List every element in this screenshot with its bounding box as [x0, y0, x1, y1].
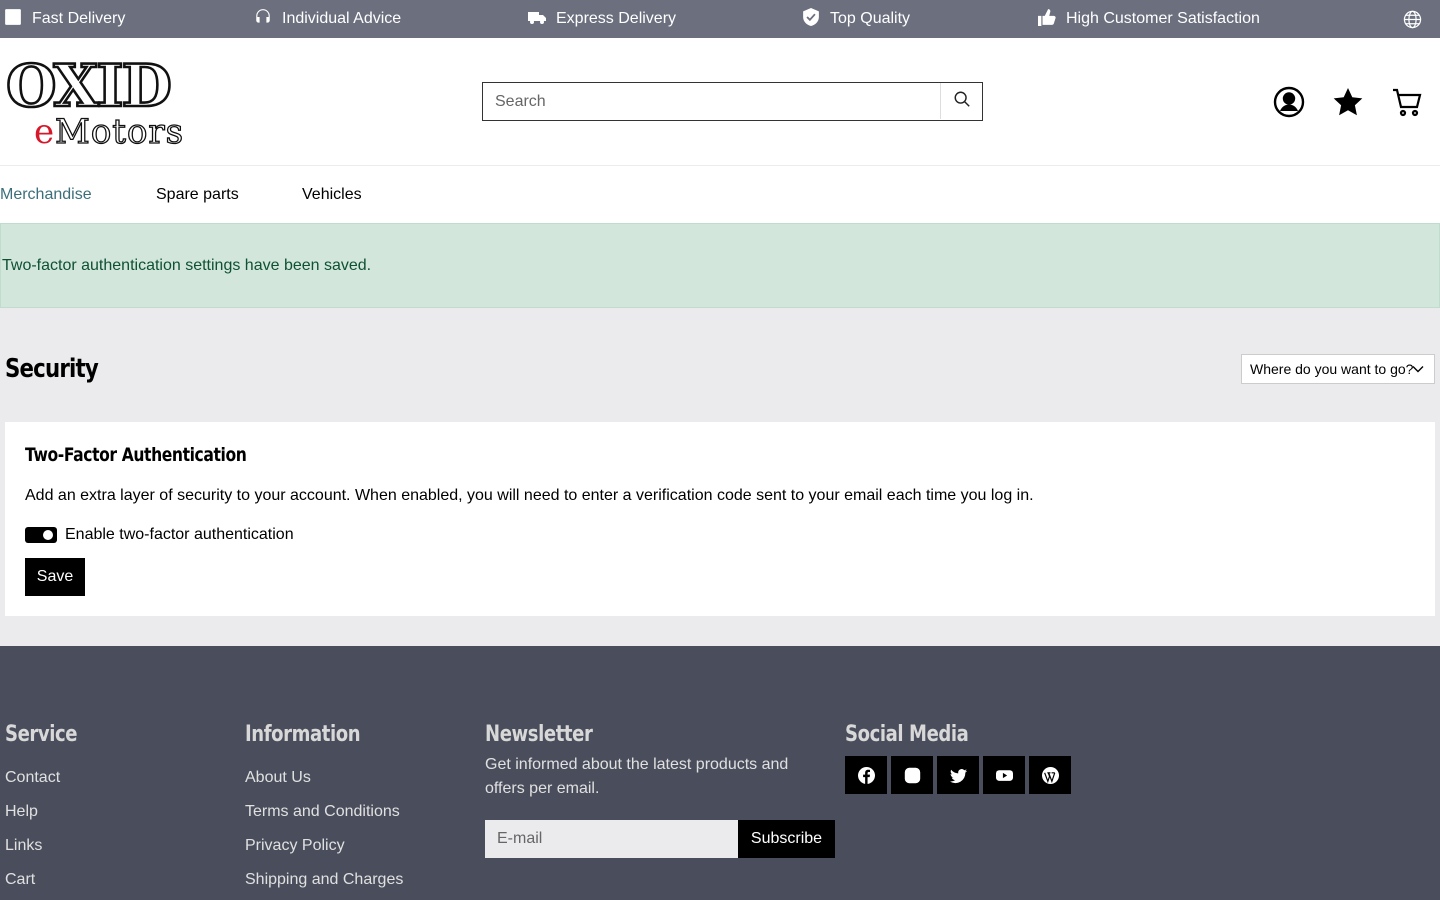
footer-link-shipping[interactable]: Shipping and Charges — [245, 863, 403, 897]
search-form — [482, 82, 983, 121]
select-value: Where do you want to go? — [1250, 361, 1414, 377]
footer-information: Information About Us Terms and Condition… — [245, 722, 403, 897]
usp-label: Top Quality — [830, 10, 911, 27]
youtube-icon[interactable] — [983, 756, 1025, 794]
main-content: Security Where do you want to go? Two-Fa… — [0, 308, 1440, 646]
footer-link-help[interactable]: Help — [5, 795, 93, 829]
card-heading: Two-Factor Authentication — [25, 444, 247, 466]
save-button[interactable]: Save — [25, 558, 85, 596]
truck-icon — [528, 8, 546, 31]
thumbs-up-icon — [1038, 8, 1056, 31]
newsletter-email-input[interactable] — [485, 820, 738, 858]
footer-link-links[interactable]: Links — [5, 829, 93, 863]
logo-text-motors: Motors — [55, 112, 184, 148]
footer-heading-social: Social Media — [845, 722, 969, 747]
usp-label: Individual Advice — [282, 10, 402, 27]
newsletter-text: Get informed about the latest products a… — [485, 756, 789, 797]
site-header: OXID e Motors — [0, 38, 1440, 166]
search-input[interactable] — [483, 84, 938, 119]
nav-item-spare-parts[interactable]: Spare parts — [156, 166, 239, 223]
site-footer: Service Contact Help Links Cart Informat… — [0, 646, 1440, 900]
alert-message: Two-factor authentication settings have … — [2, 256, 372, 274]
headset-icon — [254, 8, 272, 31]
usp-top-quality: Top Quality — [802, 0, 910, 38]
footer-link-about[interactable]: About Us — [245, 761, 403, 795]
shield-check-icon — [802, 7, 820, 31]
globe-icon[interactable] — [1403, 10, 1422, 29]
nav-item-vehicles[interactable]: Vehicles — [302, 166, 362, 223]
chevron-down-icon — [1412, 362, 1424, 374]
box-icon — [4, 8, 22, 31]
cart-icon[interactable] — [1390, 85, 1424, 119]
two-factor-toggle-row: Enable two-factor authentication — [25, 526, 294, 544]
footer-heading-information: Information — [245, 722, 361, 747]
usp-label: Express Delivery — [556, 10, 677, 27]
usp-fast-delivery: Fast Delivery — [4, 0, 125, 38]
search-icon — [953, 90, 971, 113]
footer-heading-newsletter: Newsletter — [485, 722, 593, 747]
wordpress-icon[interactable] — [1029, 756, 1071, 794]
wishlist-star-icon[interactable] — [1331, 85, 1365, 119]
page-title: Security — [5, 354, 99, 384]
logo-text-e: e — [34, 112, 54, 148]
usp-bar: Fast Delivery Individual Advice Express … — [0, 0, 1440, 38]
success-alert: Two-factor authentication settings have … — [0, 223, 1440, 308]
toggle-label[interactable]: Enable two-factor authentication — [65, 526, 294, 544]
footer-newsletter: Newsletter Get informed about the latest… — [485, 722, 825, 801]
footer-link-privacy[interactable]: Privacy Policy — [245, 829, 403, 863]
usp-express-delivery: Express Delivery — [528, 0, 676, 38]
search-button[interactable] — [940, 83, 982, 119]
main-navigation: Merchandise Spare parts Vehicles — [0, 166, 1440, 229]
two-factor-toggle[interactable] — [25, 527, 57, 543]
subscribe-button[interactable]: Subscribe — [738, 820, 835, 858]
twitter-icon[interactable] — [937, 756, 979, 794]
instagram-icon[interactable] — [891, 756, 933, 794]
usp-label: Fast Delivery — [32, 10, 126, 27]
usp-label: High Customer Satisfaction — [1066, 10, 1260, 27]
usp-individual-advice: Individual Advice — [254, 0, 401, 38]
account-navigation-select[interactable]: Where do you want to go? — [1241, 354, 1435, 384]
newsletter-form: Subscribe — [485, 820, 835, 858]
nav-item-merchandise[interactable]: Merchandise — [0, 166, 92, 229]
footer-link-cart[interactable]: Cart — [5, 863, 93, 897]
facebook-icon[interactable] — [845, 756, 887, 794]
two-factor-card: Two-Factor Authentication Add an extra l… — [5, 422, 1435, 616]
social-links — [845, 756, 1071, 794]
card-description: Add an extra layer of security to your a… — [25, 487, 1034, 504]
shop-logo[interactable]: OXID e Motors — [4, 51, 208, 153]
footer-link-terms[interactable]: Terms and Conditions — [245, 795, 403, 829]
footer-service: Service Contact Help Links Cart — [5, 722, 93, 897]
usp-customer-satisfaction: High Customer Satisfaction — [1038, 0, 1260, 38]
logo-text-oxid: OXID — [6, 54, 170, 120]
account-icon[interactable] — [1272, 85, 1306, 119]
footer-link-contact[interactable]: Contact — [5, 761, 93, 795]
footer-heading-service: Service — [5, 722, 78, 747]
